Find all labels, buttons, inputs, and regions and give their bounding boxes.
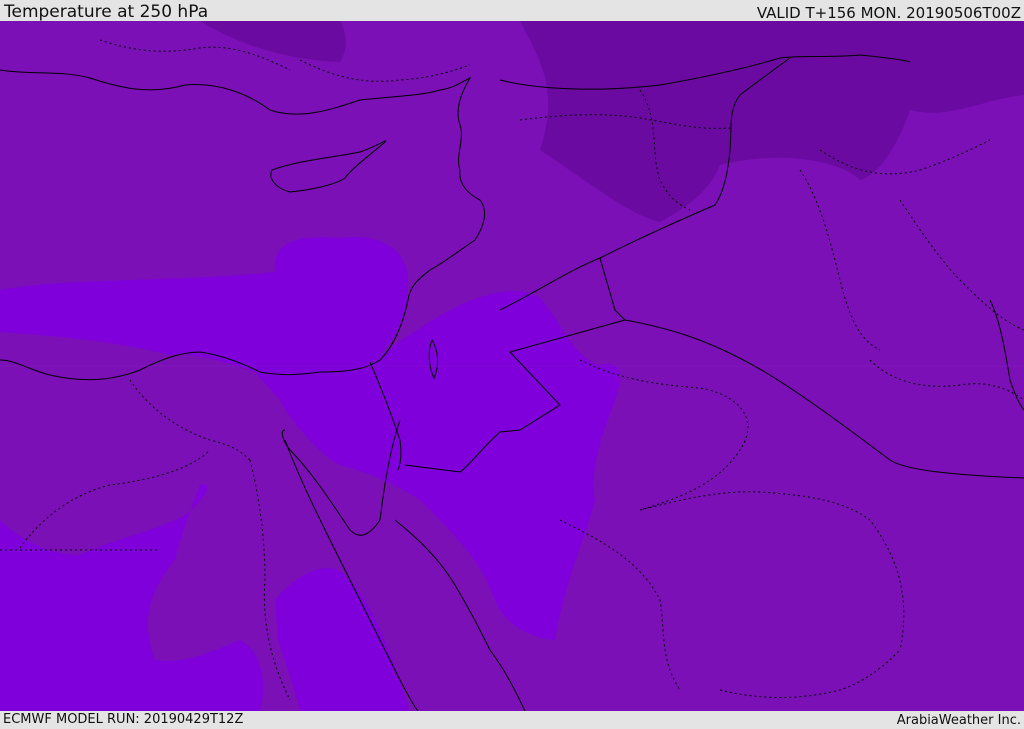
valid-time: VALID T+156 MON. 20190506T00Z: [756, 4, 1021, 22]
credit-text: ArabiaWeather Inc.: [896, 713, 1021, 728]
map-title: Temperature at 250 hPa: [4, 2, 209, 22]
footer-bar: ECMWF MODEL RUN: 20190429T12Z ArabiaWeat…: [0, 711, 1024, 729]
model-run: ECMWF MODEL RUN: 20190429T12Z: [3, 712, 244, 727]
temperature-map: [0, 21, 1024, 711]
map-figure: Temperature at 250 hPa VALID T+156 MON. …: [0, 0, 1024, 729]
header-bar: Temperature at 250 hPa VALID T+156 MON. …: [0, 0, 1024, 22]
